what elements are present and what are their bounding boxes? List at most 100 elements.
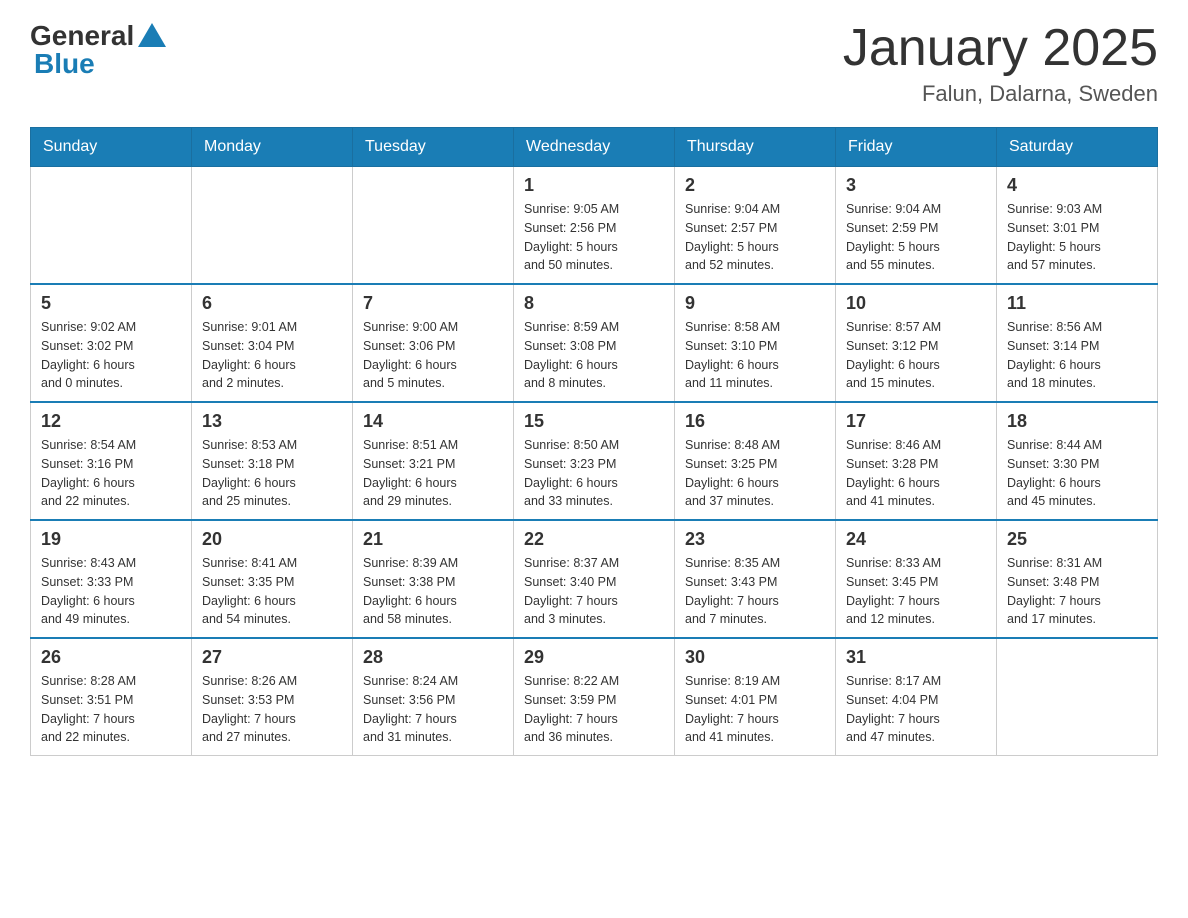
day-number: 26 xyxy=(41,647,181,668)
day-number: 16 xyxy=(685,411,825,432)
day-info: Sunrise: 8:51 AMSunset: 3:21 PMDaylight:… xyxy=(363,436,503,511)
day-info: Sunrise: 8:41 AMSunset: 3:35 PMDaylight:… xyxy=(202,554,342,629)
calendar-cell xyxy=(31,167,192,285)
calendar-cell: 26 Sunrise: 8:28 AMSunset: 3:51 PMDayligh… xyxy=(31,638,192,756)
location-subtitle: Falun, Dalarna, Sweden xyxy=(843,81,1158,107)
calendar-cell: 22Sunrise: 8:37 AMSunset: 3:40 PMDayligh… xyxy=(514,520,675,638)
day-of-week-header: Sunday xyxy=(31,128,192,167)
day-info: Sunrise: 8:33 AMSunset: 3:45 PMDaylight:… xyxy=(846,554,986,629)
day-info: Sunrise: 8:43 AMSunset: 3:33 PMDaylight:… xyxy=(41,554,181,629)
day-info: Sunrise: 9:04 AMSunset: 2:57 PMDaylight:… xyxy=(685,200,825,275)
day-info: Sunrise: 8:57 AMSunset: 3:12 PMDaylight:… xyxy=(846,318,986,393)
day-number: 21 xyxy=(363,529,503,550)
day-number: 3 xyxy=(846,175,986,196)
day-info: Sunrise: 8:37 AMSunset: 3:40 PMDaylight:… xyxy=(524,554,664,629)
calendar-cell: 6 Sunrise: 9:01 AMSunset: 3:04 PMDaylight… xyxy=(192,284,353,402)
day-number: 24 xyxy=(846,529,986,550)
day-number: 4 xyxy=(1007,175,1147,196)
calendar-cell: 16 Sunrise: 8:48 AMSunset: 3:25 PMDayligh… xyxy=(675,402,836,520)
calendar-cell: 2 Sunrise: 9:04 AMSunset: 2:57 PMDaylight… xyxy=(675,167,836,285)
calendar-cell: 29 Sunrise: 8:22 AMSunset: 3:59 PMDayligh… xyxy=(514,638,675,756)
calendar-cell: 4 Sunrise: 9:03 AMSunset: 3:01 PMDaylight… xyxy=(997,167,1158,285)
month-title: January 2025 xyxy=(843,20,1158,77)
calendar-header-row: SundayMondayTuesdayWednesdayThursdayFrid… xyxy=(31,128,1158,167)
day-number: 27 xyxy=(202,647,342,668)
day-info: Sunrise: 8:24 AMSunset: 3:56 PMDaylight:… xyxy=(363,672,503,747)
calendar-week-row: 19 Sunrise: 8:43 AMSunset: 3:33 PMDayligh… xyxy=(31,520,1158,638)
day-info: Sunrise: 8:22 AMSunset: 3:59 PMDaylight:… xyxy=(524,672,664,747)
day-info: Sunrise: 8:58 AMSunset: 3:10 PMDaylight:… xyxy=(685,318,825,393)
day-info: Sunrise: 9:00 AMSunset: 3:06 PMDaylight:… xyxy=(363,318,503,393)
day-of-week-header: Friday xyxy=(836,128,997,167)
day-number: 6 xyxy=(202,293,342,314)
day-info: Sunrise: 9:03 AMSunset: 3:01 PMDaylight:… xyxy=(1007,200,1147,275)
day-number: 18 xyxy=(1007,411,1147,432)
day-info: Sunrise: 8:19 AMSunset: 4:01 PMDaylight:… xyxy=(685,672,825,747)
calendar-week-row: 1Sunrise: 9:05 AMSunset: 2:56 PMDaylight… xyxy=(31,167,1158,285)
day-of-week-header: Thursday xyxy=(675,128,836,167)
day-number: 30 xyxy=(685,647,825,668)
day-info: Sunrise: 8:28 AMSunset: 3:51 PMDaylight:… xyxy=(41,672,181,747)
day-info: Sunrise: 9:05 AMSunset: 2:56 PMDaylight:… xyxy=(524,200,664,275)
calendar-week-row: 5 Sunrise: 9:02 AMSunset: 3:02 PMDaylight… xyxy=(31,284,1158,402)
logo-blue-text: Blue xyxy=(30,48,95,80)
calendar-cell: 3 Sunrise: 9:04 AMSunset: 2:59 PMDaylight… xyxy=(836,167,997,285)
day-info: Sunrise: 9:04 AMSunset: 2:59 PMDaylight:… xyxy=(846,200,986,275)
day-number: 25 xyxy=(1007,529,1147,550)
day-number: 28 xyxy=(363,647,503,668)
day-info: Sunrise: 8:46 AMSunset: 3:28 PMDaylight:… xyxy=(846,436,986,511)
day-number: 31 xyxy=(846,647,986,668)
day-number: 10 xyxy=(846,293,986,314)
calendar-cell: 24 Sunrise: 8:33 AMSunset: 3:45 PMDayligh… xyxy=(836,520,997,638)
day-number: 13 xyxy=(202,411,342,432)
day-number: 11 xyxy=(1007,293,1147,314)
day-info: Sunrise: 8:48 AMSunset: 3:25 PMDaylight:… xyxy=(685,436,825,511)
calendar-cell: 21Sunrise: 8:39 AMSunset: 3:38 PMDayligh… xyxy=(353,520,514,638)
day-info: Sunrise: 8:31 AMSunset: 3:48 PMDaylight:… xyxy=(1007,554,1147,629)
day-of-week-header: Saturday xyxy=(997,128,1158,167)
calendar-table: SundayMondayTuesdayWednesdayThursdayFrid… xyxy=(30,127,1158,756)
calendar-cell: 23 Sunrise: 8:35 AMSunset: 3:43 PMDayligh… xyxy=(675,520,836,638)
calendar-cell: 27 Sunrise: 8:26 AMSunset: 3:53 PMDayligh… xyxy=(192,638,353,756)
day-info: Sunrise: 8:53 AMSunset: 3:18 PMDaylight:… xyxy=(202,436,342,511)
calendar-cell: 11Sunrise: 8:56 AMSunset: 3:14 PMDayligh… xyxy=(997,284,1158,402)
calendar-cell: 9 Sunrise: 8:58 AMSunset: 3:10 PMDaylight… xyxy=(675,284,836,402)
calendar-cell: 13 Sunrise: 8:53 AMSunset: 3:18 PMDayligh… xyxy=(192,402,353,520)
calendar-cell: 5 Sunrise: 9:02 AMSunset: 3:02 PMDaylight… xyxy=(31,284,192,402)
day-number: 17 xyxy=(846,411,986,432)
day-number: 2 xyxy=(685,175,825,196)
day-info: Sunrise: 8:17 AMSunset: 4:04 PMDaylight:… xyxy=(846,672,986,747)
day-number: 23 xyxy=(685,529,825,550)
day-info: Sunrise: 8:44 AMSunset: 3:30 PMDaylight:… xyxy=(1007,436,1147,511)
calendar-cell: 31 Sunrise: 8:17 AMSunset: 4:04 PMDayligh… xyxy=(836,638,997,756)
day-of-week-header: Wednesday xyxy=(514,128,675,167)
calendar-cell: 18 Sunrise: 8:44 AMSunset: 3:30 PMDayligh… xyxy=(997,402,1158,520)
day-number: 7 xyxy=(363,293,503,314)
day-info: Sunrise: 8:50 AMSunset: 3:23 PMDaylight:… xyxy=(524,436,664,511)
day-of-week-header: Monday xyxy=(192,128,353,167)
calendar-cell: 15 Sunrise: 8:50 AMSunset: 3:23 PMDayligh… xyxy=(514,402,675,520)
page-header: General Blue January 2025 Falun, Dalarna… xyxy=(30,20,1158,107)
calendar-cell: 25 Sunrise: 8:31 AMSunset: 3:48 PMDayligh… xyxy=(997,520,1158,638)
day-number: 9 xyxy=(685,293,825,314)
day-number: 5 xyxy=(41,293,181,314)
day-info: Sunrise: 8:35 AMSunset: 3:43 PMDaylight:… xyxy=(685,554,825,629)
day-number: 15 xyxy=(524,411,664,432)
title-area: January 2025 Falun, Dalarna, Sweden xyxy=(843,20,1158,107)
day-number: 14 xyxy=(363,411,503,432)
calendar-cell: 20Sunrise: 8:41 AMSunset: 3:35 PMDayligh… xyxy=(192,520,353,638)
day-info: Sunrise: 9:02 AMSunset: 3:02 PMDaylight:… xyxy=(41,318,181,393)
logo: General Blue xyxy=(30,20,166,80)
calendar-cell: 12Sunrise: 8:54 AMSunset: 3:16 PMDayligh… xyxy=(31,402,192,520)
logo-triangle-icon xyxy=(138,23,166,47)
calendar-cell: 30 Sunrise: 8:19 AMSunset: 4:01 PMDayligh… xyxy=(675,638,836,756)
day-number: 8 xyxy=(524,293,664,314)
calendar-cell: 19 Sunrise: 8:43 AMSunset: 3:33 PMDayligh… xyxy=(31,520,192,638)
day-number: 19 xyxy=(41,529,181,550)
day-info: Sunrise: 8:26 AMSunset: 3:53 PMDaylight:… xyxy=(202,672,342,747)
calendar-week-row: 26 Sunrise: 8:28 AMSunset: 3:51 PMDayligh… xyxy=(31,638,1158,756)
day-of-week-header: Tuesday xyxy=(353,128,514,167)
day-number: 29 xyxy=(524,647,664,668)
calendar-cell xyxy=(353,167,514,285)
day-info: Sunrise: 9:01 AMSunset: 3:04 PMDaylight:… xyxy=(202,318,342,393)
